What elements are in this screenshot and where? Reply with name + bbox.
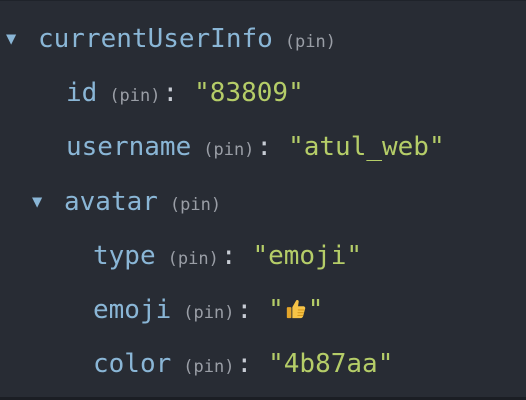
thumbs-up-emoji-icon bbox=[286, 300, 306, 319]
pin-label[interactable]: (pin) bbox=[203, 132, 254, 168]
tree-node-current-user-info[interactable]: ▼ currentUserInfo (pin) bbox=[6, 21, 336, 57]
tree-node-avatar[interactable]: ▼ avatar (pin) bbox=[32, 184, 221, 220]
colon: : bbox=[220, 241, 237, 271]
node-key: id bbox=[66, 78, 98, 108]
tree-node-id[interactable]: id (pin) : "83809" bbox=[66, 75, 304, 111]
node-value: "83809" bbox=[194, 78, 304, 108]
node-key: avatar bbox=[64, 187, 158, 217]
pin-label[interactable]: (pin) bbox=[109, 78, 160, 114]
tree-node-color[interactable]: color (pin) : "4b87aa" bbox=[93, 346, 393, 382]
pin-label[interactable]: (pin) bbox=[285, 24, 336, 60]
tree-node-emoji[interactable]: emoji (pin) : " " bbox=[93, 292, 323, 328]
colon: : bbox=[236, 349, 253, 379]
colon: : bbox=[162, 78, 179, 108]
expand-toggle-icon[interactable]: ▼ bbox=[32, 184, 52, 220]
node-value: "4b87aa" bbox=[268, 349, 394, 379]
pin-label[interactable]: (pin) bbox=[183, 295, 234, 331]
emoji-value-close-quote: " bbox=[307, 295, 324, 325]
tree-node-username[interactable]: username (pin) : "atul_web" bbox=[66, 129, 445, 165]
colon: : bbox=[236, 295, 253, 325]
node-key: currentUserInfo bbox=[38, 24, 273, 54]
colon: : bbox=[256, 132, 273, 162]
pin-label[interactable]: (pin) bbox=[170, 187, 221, 223]
emoji-value-open-quote: " bbox=[268, 295, 284, 325]
node-key: type bbox=[93, 241, 156, 271]
pin-label[interactable]: (pin) bbox=[168, 241, 219, 277]
node-value: "emoji" bbox=[252, 241, 363, 271]
node-key: emoji bbox=[93, 295, 172, 325]
node-key: color bbox=[93, 349, 172, 379]
node-key: username bbox=[66, 132, 192, 162]
tree-node-type[interactable]: type (pin) : "emoji" bbox=[93, 238, 362, 274]
pin-label[interactable]: (pin) bbox=[183, 349, 234, 385]
inspector-panel: ▼ currentUserInfo (pin) id (pin) : "8380… bbox=[0, 0, 526, 400]
node-value: "atul_web" bbox=[288, 132, 445, 162]
expand-toggle-icon[interactable]: ▼ bbox=[6, 21, 26, 57]
